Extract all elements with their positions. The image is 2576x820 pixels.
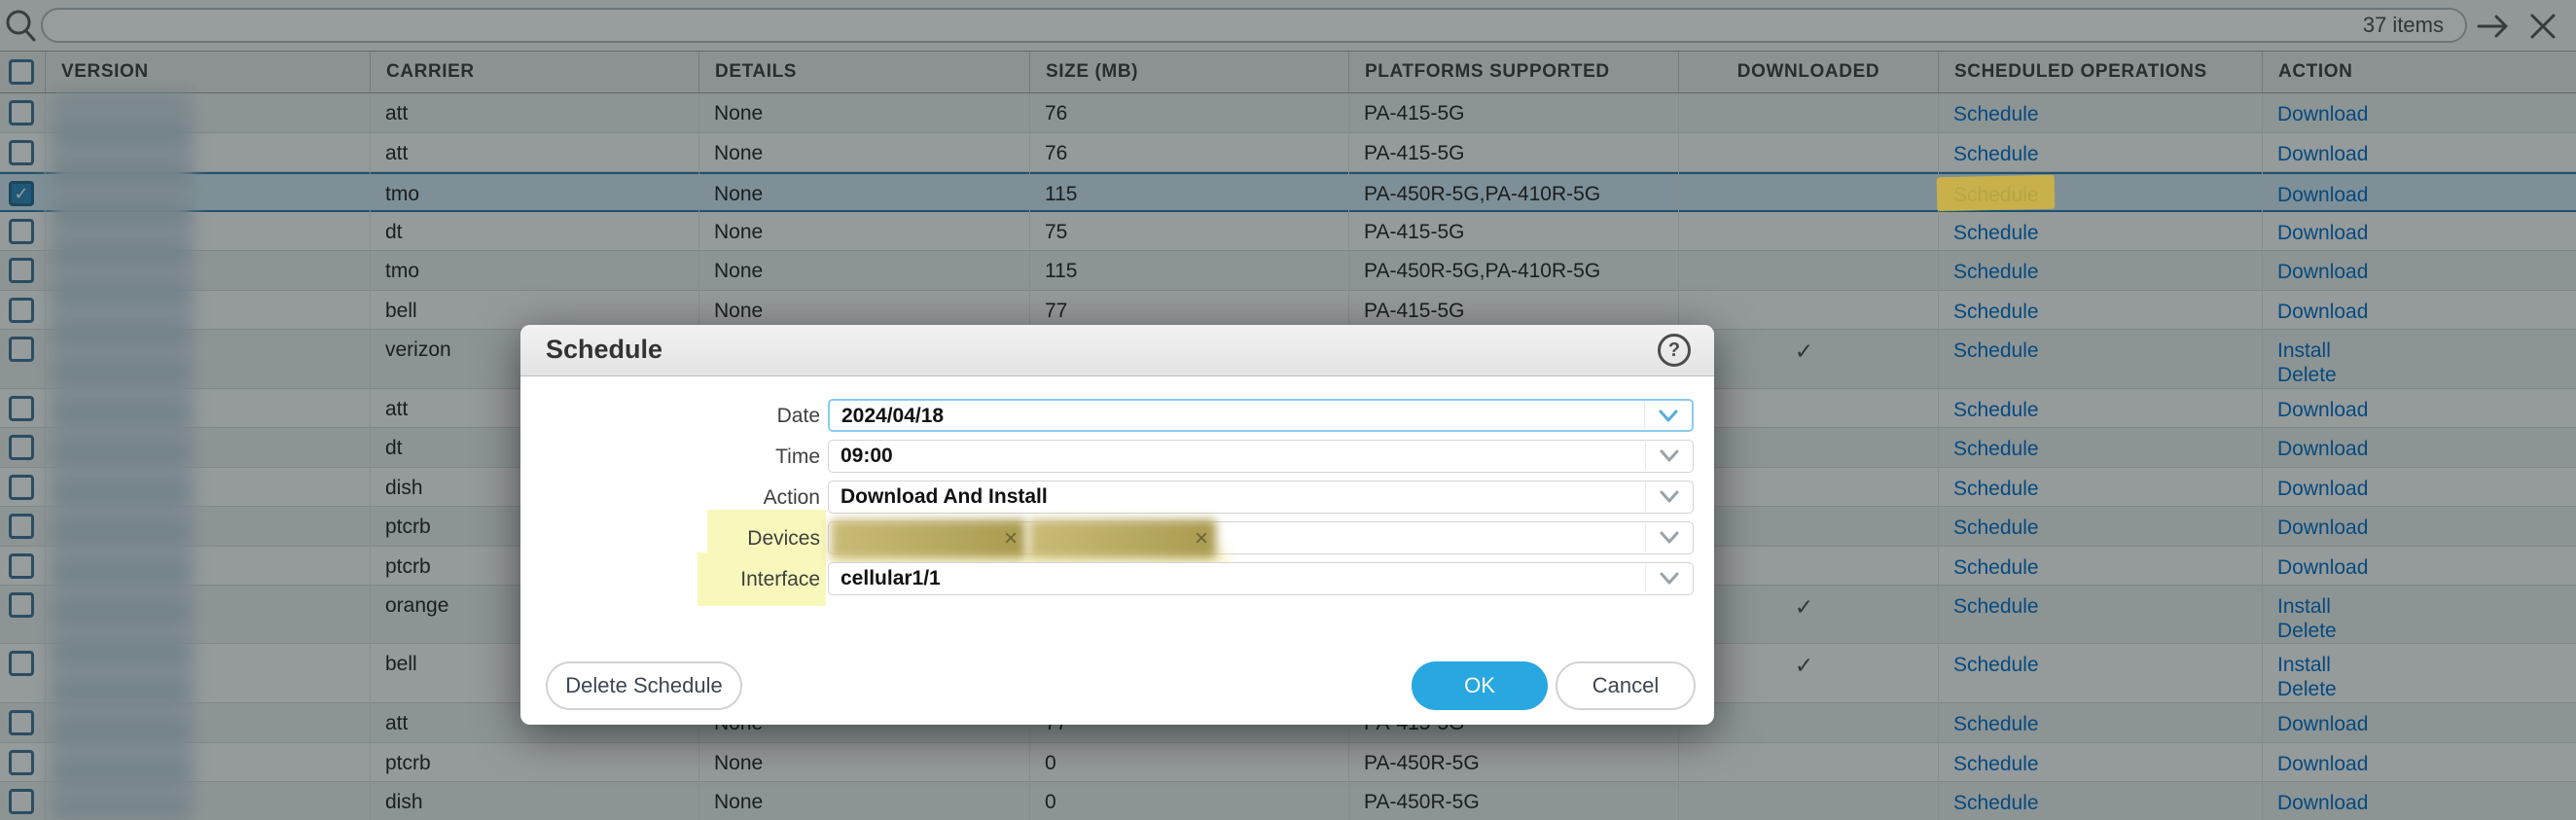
date-field-row: Date 2024/04/18 — [520, 399, 1714, 432]
cancel-button[interactable]: Cancel — [1556, 661, 1696, 710]
select-divider — [1645, 483, 1646, 511]
chevron-down-icon[interactable] — [1660, 531, 1679, 545]
date-select[interactable]: 2024/04/18 — [828, 399, 1694, 432]
action-label: Action — [763, 486, 820, 509]
chip-remove-x-icon[interactable]: × — [1195, 525, 1208, 553]
select-divider — [1645, 443, 1646, 470]
schedule-dialog: Schedule ? Date 2024/04/18 Time 09:00 Ac… — [520, 325, 1714, 725]
help-icon[interactable]: ? — [1658, 334, 1691, 367]
interface-label: Interface — [740, 568, 820, 590]
chip-redacted-blur — [1029, 519, 1216, 558]
action-select[interactable]: Download And Install — [828, 481, 1694, 514]
devices-label: Devices — [747, 527, 820, 550]
interface-select[interactable]: cellular1/1 — [828, 562, 1694, 595]
ok-button[interactable]: OK — [1412, 661, 1548, 710]
device-chip-redacted[interactable]: × — [831, 519, 1025, 558]
time-field-row: Time 09:00 — [520, 440, 1714, 473]
select-divider — [1645, 524, 1646, 552]
chip-remove-x-icon[interactable]: × — [1004, 525, 1018, 553]
dialog-title: Schedule — [546, 335, 663, 364]
delete-schedule-button[interactable]: Delete Schedule — [546, 661, 742, 710]
interface-field-row: Interface cellular1/1 — [520, 562, 1714, 595]
firmware-versions-screen: att None 76 PA-415-5G Schedule Download att Non… — [0, 0, 2576, 820]
select-divider — [1644, 403, 1645, 428]
action-field-row: Action Download And Install — [520, 481, 1714, 514]
devices-field-row: Devices × × — [520, 519, 1714, 569]
time-label: Time — [775, 446, 820, 468]
devices-multiselect[interactable]: × × — [828, 519, 1694, 569]
time-select[interactable]: 09:00 — [828, 440, 1694, 473]
date-label: Date — [776, 405, 820, 427]
chip-redacted-blur — [831, 519, 1025, 558]
device-chip-redacted[interactable]: × — [1029, 519, 1216, 558]
chevron-down-icon[interactable] — [1659, 410, 1678, 423]
schedule-highlight-marker — [1936, 174, 2056, 212]
chevron-down-icon[interactable] — [1660, 490, 1679, 504]
chevron-down-icon[interactable] — [1660, 572, 1679, 586]
select-divider — [1645, 565, 1646, 592]
schedule-dialog-header: Schedule ? — [520, 325, 1714, 376]
chevron-down-icon[interactable] — [1660, 449, 1679, 463]
